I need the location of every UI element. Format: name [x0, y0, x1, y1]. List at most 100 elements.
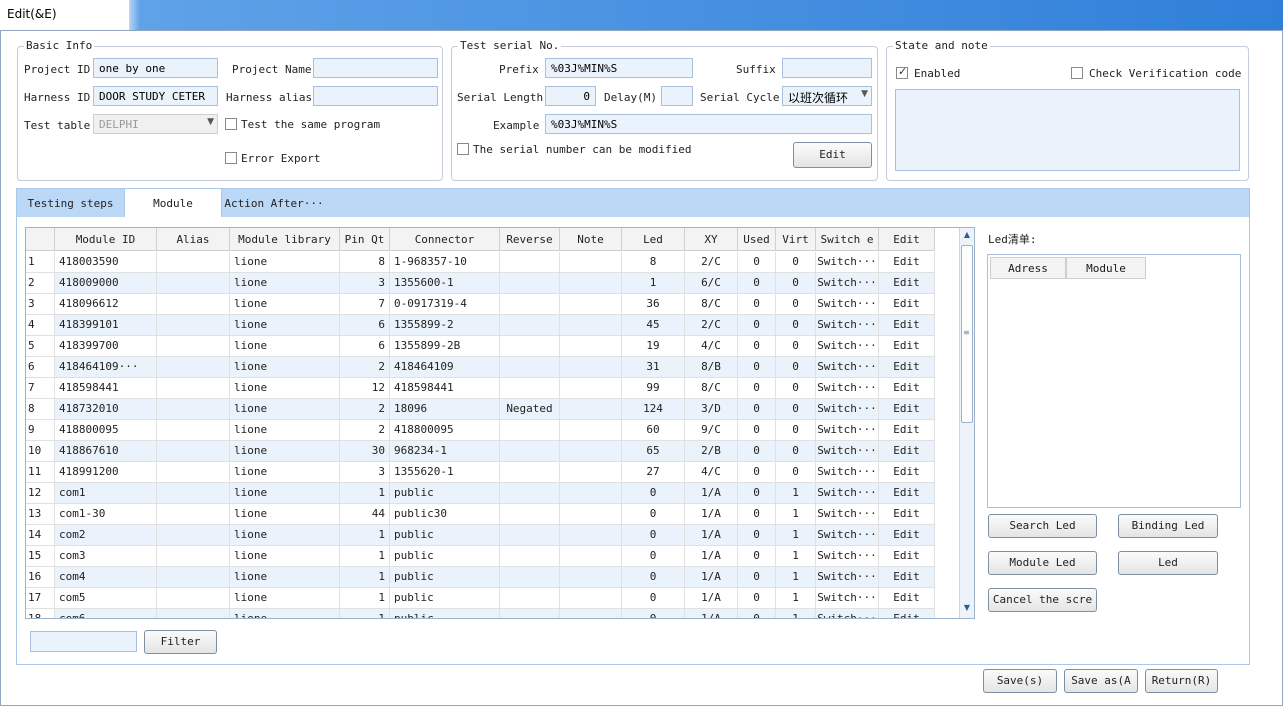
cell-switch[interactable]: Switch··· — [816, 546, 879, 567]
cell-switch[interactable]: Switch··· — [816, 399, 879, 420]
test-table-select[interactable]: DELPHI ▼ — [93, 114, 218, 134]
cell-switch[interactable]: Switch··· — [816, 588, 879, 609]
cell-edit-link[interactable]: Edit — [879, 336, 935, 357]
binding-led-button[interactable]: Binding Led — [1118, 514, 1218, 538]
cell-edit-link[interactable]: Edit — [879, 546, 935, 567]
column-header-alias[interactable]: Alias — [157, 228, 230, 251]
cell-switch[interactable]: Switch··· — [816, 609, 879, 618]
table-row[interactable]: 11 418991200 lione 3 1355620-1 27 4/C 0 0 Switch·… — [26, 462, 935, 483]
cell-edit-link[interactable]: Edit — [879, 609, 935, 618]
cell-edit-link[interactable]: Edit — [879, 357, 935, 378]
column-header-xy[interactable]: XY — [685, 228, 738, 251]
table-row[interactable]: 8 418732010 lione 2 18096 Negated 124 3/D 0 0 Swit… — [26, 399, 935, 420]
cell-switch[interactable]: Switch··· — [816, 273, 879, 294]
column-header-edit-link[interactable]: Edit — [879, 228, 935, 251]
table-row[interactable]: 5 418399700 lione 6 1355899-2B 19 4/C 0 0 Switch·… — [26, 336, 935, 357]
filter-button[interactable]: Filter — [144, 630, 217, 654]
cell-edit-link[interactable]: Edit — [879, 252, 935, 273]
tab-testing-steps[interactable]: Testing steps — [17, 189, 124, 218]
table-row[interactable]: 10 418867610 lione 30 968234-1 65 2/B 0 0 Switch·… — [26, 441, 935, 462]
serial-edit-button[interactable]: Edit — [793, 142, 872, 168]
grid-scrollbar[interactable]: ▲ ≡ ▼ — [959, 228, 974, 618]
cell-edit-link[interactable]: Edit — [879, 567, 935, 588]
cell-switch[interactable]: Switch··· — [816, 252, 879, 273]
search-led-button[interactable]: Search Led — [988, 514, 1097, 538]
table-row[interactable]: 7 418598441 lione 12 418598441 99 8/C 0 0 Switch·… — [26, 378, 935, 399]
cell-edit-link[interactable]: Edit — [879, 273, 935, 294]
column-header-switch[interactable]: Switch e — [816, 228, 879, 251]
harness-id-input[interactable]: DOOR STUDY CETER — [93, 86, 218, 106]
error-export-checkbox[interactable] — [225, 152, 237, 164]
note-textarea[interactable] — [895, 89, 1240, 171]
cell-switch[interactable]: Switch··· — [816, 504, 879, 525]
return-button[interactable]: Return(R) — [1145, 669, 1218, 693]
scroll-down-icon[interactable]: ▼ — [960, 603, 974, 612]
harness-alias-input[interactable] — [313, 86, 438, 106]
table-row[interactable]: 1 418003590 lione 8 1-968357-10 8 2/C 0 0 Switch·… — [26, 252, 935, 273]
cell-edit-link[interactable]: Edit — [879, 525, 935, 546]
cell-edit-link[interactable]: Edit — [879, 588, 935, 609]
tab-module[interactable]: Module — [124, 188, 222, 219]
table-row[interactable]: 9 418800095 lione 2 418800095 60 9/C 0 0 Switch··… — [26, 420, 935, 441]
cell-switch[interactable]: Switch··· — [816, 294, 879, 315]
table-row[interactable]: 17 com5 lione 1 public 0 1/A 0 1 Switch··· Edit — [26, 588, 935, 609]
cell-switch[interactable]: Switch··· — [816, 567, 879, 588]
save-button[interactable]: Save(s) — [983, 669, 1057, 693]
cancel-screen-button[interactable]: Cancel the scre — [988, 588, 1097, 612]
example-input[interactable]: %03J%MIN%S — [545, 114, 872, 134]
test-same-program-checkbox[interactable] — [225, 118, 237, 130]
save-as-button[interactable]: Save as(A — [1064, 669, 1138, 693]
column-header-pin-qt[interactable]: Pin Qt — [340, 228, 390, 251]
table-row[interactable]: 15 com3 lione 1 public 0 1/A 0 1 Switch··· Edit — [26, 546, 935, 567]
cell-edit-link[interactable]: Edit — [879, 504, 935, 525]
column-header-module-library[interactable]: Module library — [230, 228, 340, 251]
cell-switch[interactable]: Switch··· — [816, 483, 879, 504]
cell-switch[interactable]: Switch··· — [816, 525, 879, 546]
table-row[interactable]: 6 418464109··· lione 2 418464109 31 8/B 0 0 Switc… — [26, 357, 935, 378]
cell-switch[interactable]: Switch··· — [816, 357, 879, 378]
delay-input[interactable] — [661, 86, 693, 106]
column-header-connector[interactable]: Connector — [390, 228, 500, 251]
enabled-checkbox[interactable] — [896, 65, 908, 79]
table-row[interactable]: 13 com1-30 lione 44 public30 0 1/A 0 1 Switch··· E… — [26, 504, 935, 525]
tab-action-after[interactable]: Action After··· — [222, 189, 326, 218]
table-row[interactable]: 2 418009000 lione 3 1355600-1 1 6/C 0 0 Switch···… — [26, 273, 935, 294]
column-header-reverse[interactable]: Reverse — [500, 228, 560, 251]
project-name-input[interactable] — [313, 58, 438, 78]
cell-switch[interactable]: Switch··· — [816, 315, 879, 336]
column-header-led[interactable]: Led — [622, 228, 685, 251]
table-row[interactable]: 4 418399101 lione 6 1355899-2 45 2/C 0 0 Switch··… — [26, 315, 935, 336]
cell-edit-link[interactable]: Edit — [879, 315, 935, 336]
cell-edit-link[interactable]: Edit — [879, 462, 935, 483]
module-led-button[interactable]: Module Led — [988, 551, 1097, 575]
title-bar[interactable]: Edit(&E) — [0, 0, 1283, 30]
cell-edit-link[interactable]: Edit — [879, 483, 935, 504]
cell-switch[interactable]: Switch··· — [816, 462, 879, 483]
column-header-row-number[interactable] — [26, 228, 55, 251]
module-grid[interactable]: Module ID Alias Module library Pin Qt Connec… — [25, 227, 975, 619]
cell-edit-link[interactable]: Edit — [879, 420, 935, 441]
check-verification-checkbox[interactable] — [1071, 67, 1083, 79]
filter-input[interactable] — [30, 631, 137, 652]
cell-switch[interactable]: Switch··· — [816, 420, 879, 441]
led-list[interactable]: Adress Module — [987, 254, 1241, 508]
table-row[interactable]: 3 418096612 lione 7 0-0917319-4 36 8/C 0 0 Switch… — [26, 294, 935, 315]
cell-switch[interactable]: Switch··· — [816, 336, 879, 357]
column-header-used[interactable]: Used — [738, 228, 776, 251]
led-col-module[interactable]: Module — [1066, 257, 1146, 279]
cell-edit-link[interactable]: Edit — [879, 441, 935, 462]
cell-switch[interactable]: Switch··· — [816, 378, 879, 399]
suffix-input[interactable] — [782, 58, 872, 78]
column-header-virt[interactable]: Virt — [776, 228, 816, 251]
led-col-address[interactable]: Adress — [990, 257, 1066, 279]
table-row[interactable]: 18 com6 lione 1 public 0 1/A 0 1 Switch··· Edit — [26, 609, 935, 618]
serial-length-input[interactable]: 0 — [545, 86, 596, 106]
table-row[interactable]: 16 com4 lione 1 public 0 1/A 0 1 Switch··· Edit — [26, 567, 935, 588]
scroll-up-icon[interactable]: ▲ — [960, 230, 974, 239]
cell-edit-link[interactable]: Edit — [879, 399, 935, 420]
led-button[interactable]: Led — [1118, 551, 1218, 575]
serial-cycle-select[interactable]: 以班次循环 ▼ — [782, 86, 872, 106]
cell-edit-link[interactable]: Edit — [879, 294, 935, 315]
prefix-input[interactable]: %03J%MIN%S — [545, 58, 693, 78]
cell-switch[interactable]: Switch··· — [816, 441, 879, 462]
